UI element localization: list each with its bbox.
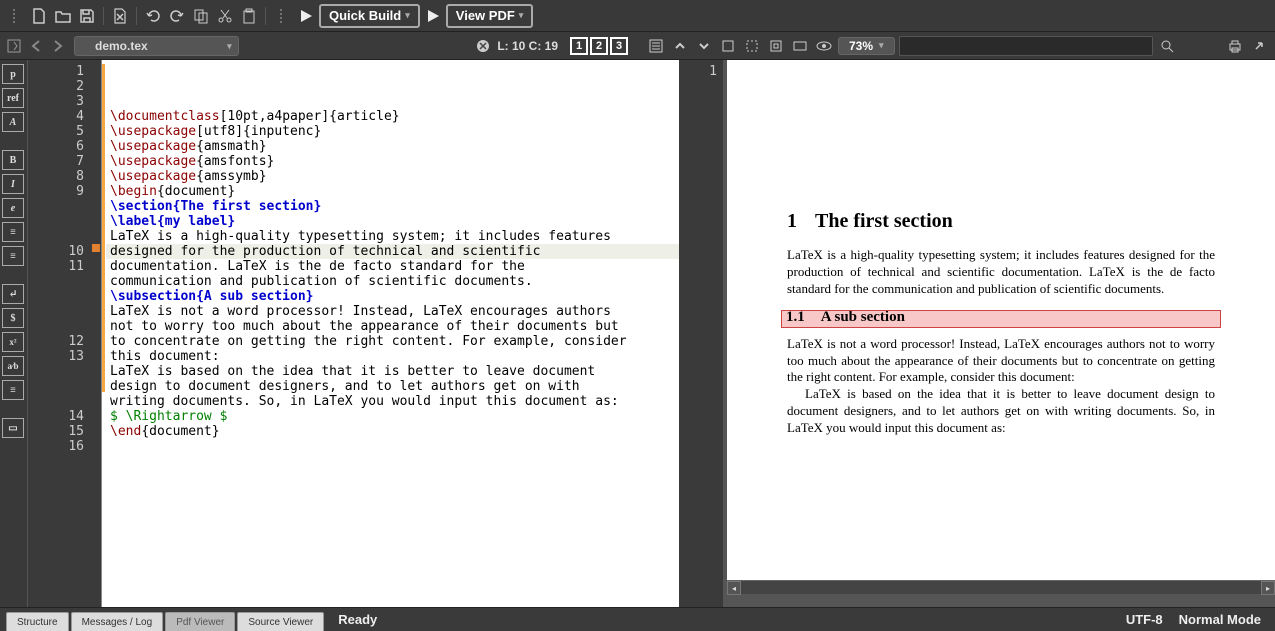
new-file-icon[interactable] (28, 5, 50, 27)
prev-file-icon[interactable] (26, 36, 46, 56)
close-file-icon[interactable] (109, 5, 131, 27)
sb-ref-icon[interactable]: ref (2, 88, 24, 108)
sb-part-icon[interactable]: p (2, 64, 24, 84)
pdf-paragraph: LaTeX is based on the idea that it is be… (787, 386, 1215, 437)
sb-font-icon[interactable]: A (2, 112, 24, 132)
sb-frac-icon[interactable]: a⁄b (2, 356, 24, 376)
sb-user-icon[interactable]: ▭ (2, 418, 24, 438)
drag-handle-icon[interactable] (271, 5, 293, 27)
pdf-up-icon[interactable] (670, 36, 690, 56)
run-view-icon[interactable] (422, 5, 444, 27)
layout-1-button[interactable]: 1 (570, 37, 588, 55)
pdf-page-number: 1 (685, 64, 717, 79)
sb-center-icon[interactable]: ≡ (2, 246, 24, 266)
cursor-position: L: 10 C: 19 (497, 39, 558, 53)
status-bar: Structure Messages / Log Pdf Viewer Sour… (0, 607, 1275, 631)
bottom-tab-messages[interactable]: Messages / Log (71, 612, 164, 631)
layout-3-button[interactable]: 3 (610, 37, 628, 55)
pdf-contents-icon[interactable] (646, 36, 666, 56)
editor-pane: 12345678910111213141516 \documentclass[1… (28, 60, 679, 607)
print-icon[interactable] (1225, 36, 1245, 56)
pdf-page-gutter: 1 (685, 60, 723, 607)
main-toolbar: Quick Build ▾ View PDF ▾ (0, 0, 1275, 32)
sb-math-icon[interactable]: $ (2, 308, 24, 328)
build-dropdown[interactable]: Quick Build ▾ (319, 4, 420, 28)
pdf-fitwidth-icon[interactable] (742, 36, 762, 56)
mode-label: Normal Mode (1179, 612, 1261, 627)
pdf-fit-icon[interactable] (718, 36, 738, 56)
build-dropdown-label: Quick Build (329, 8, 401, 23)
status-text: Ready (338, 608, 377, 631)
sb-left-icon[interactable]: ≡ (2, 222, 24, 242)
scroll-left-icon[interactable]: ◂ (727, 581, 741, 595)
search-icon[interactable] (1157, 36, 1177, 56)
undo-icon[interactable] (142, 5, 164, 27)
pdf-section-number: 1 (787, 210, 797, 232)
main-area: p ref A B I e ≡ ≡ ↵ $ x² a⁄b ≡ ▭ 1234567… (0, 60, 1275, 607)
structure-toggle-icon[interactable] (4, 36, 24, 56)
pdf-section-heading: 1 The first section (787, 210, 1215, 233)
close-tab-icon[interactable] (475, 38, 491, 54)
pdf-eye-icon[interactable] (814, 36, 834, 56)
chevron-down-icon: ▾ (227, 41, 232, 52)
encoding-label: UTF-8 (1126, 612, 1163, 627)
bottom-tab-pdfviewer[interactable]: Pdf Viewer (165, 612, 235, 631)
layout-2-button[interactable]: 2 (590, 37, 608, 55)
left-sidebar: p ref A B I e ≡ ≡ ↵ $ x² a⁄b ≡ ▭ (0, 60, 28, 607)
paste-icon[interactable] (238, 5, 260, 27)
chevron-down-icon: ▾ (879, 40, 884, 51)
bottom-tab-structure[interactable]: Structure (6, 612, 69, 631)
pdf-subsection-title: A sub section (821, 310, 905, 326)
sb-italic-icon[interactable]: I (2, 174, 24, 194)
run-build-icon[interactable] (295, 5, 317, 27)
pdf-search-input[interactable] (899, 36, 1153, 56)
bottom-tab-sourceviewer[interactable]: Source Viewer (237, 612, 324, 631)
sb-sqrt-icon[interactable]: ≡ (2, 380, 24, 400)
pdf-section-title: The first section (815, 210, 953, 232)
sb-emph-icon[interactable]: e (2, 198, 24, 218)
pdf-hscrollbar[interactable]: ◂ ▸ (727, 580, 1275, 594)
pdf-subsection-highlight: 1.1 A sub section (781, 310, 1221, 328)
file-tab[interactable]: demo.tex ▾ (74, 36, 239, 56)
view-dropdown-label: View PDF (456, 8, 515, 23)
pdf-viewer[interactable]: 1 The first section LaTeX is a high-quali… (727, 60, 1275, 607)
pdf-paragraph: LaTeX is a high-quality typesetting syst… (787, 247, 1215, 298)
external-icon[interactable] (1249, 36, 1269, 56)
zoom-dropdown[interactable]: 73% ▾ (838, 37, 895, 55)
sb-bold-icon[interactable]: B (2, 150, 24, 170)
pdf-present-icon[interactable] (790, 36, 810, 56)
line-number-gutter: 12345678910111213141516 (28, 60, 90, 607)
copy-icon[interactable] (190, 5, 212, 27)
view-dropdown[interactable]: View PDF ▾ (446, 4, 534, 28)
next-file-icon[interactable] (48, 36, 68, 56)
pdf-pane: 1 1 The first section LaTeX is a high-qua… (685, 60, 1275, 607)
chevron-down-icon: ▾ (405, 10, 410, 21)
pdf-zoom-icon[interactable] (766, 36, 786, 56)
pdf-subsection-number: 1.1 (786, 310, 805, 326)
redo-icon[interactable] (166, 5, 188, 27)
open-file-icon[interactable] (52, 5, 74, 27)
drag-handle-icon[interactable] (4, 5, 26, 27)
file-tab-row: demo.tex ▾ L: 10 C: 19 1 2 3 73% ▾ (0, 32, 1275, 60)
save-icon[interactable] (76, 5, 98, 27)
pdf-page: 1 The first section LaTeX is a high-quali… (727, 60, 1275, 580)
scroll-right-icon[interactable]: ▸ (1261, 581, 1275, 595)
pdf-down-icon[interactable] (694, 36, 714, 56)
pdf-paragraph: LaTeX is not a word processor! Instead, … (787, 336, 1215, 387)
sb-sub-icon[interactable]: x² (2, 332, 24, 352)
code-editor[interactable]: \documentclass[10pt,a4paper]{article}\us… (106, 60, 679, 607)
zoom-value: 73% (849, 39, 873, 53)
sb-newline-icon[interactable]: ↵ (2, 284, 24, 304)
chevron-down-icon: ▾ (519, 10, 524, 21)
fold-column (90, 60, 102, 607)
file-tab-label: demo.tex (95, 39, 148, 53)
cut-icon[interactable] (214, 5, 236, 27)
fold-marker-icon[interactable] (92, 244, 100, 252)
